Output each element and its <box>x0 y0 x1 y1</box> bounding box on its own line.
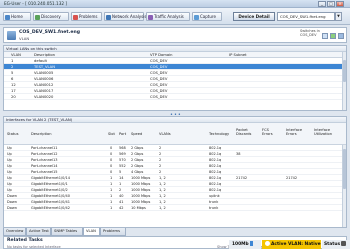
switch-view-icon[interactable] <box>322 33 328 39</box>
home-button[interactable]: Home <box>3 12 31 21</box>
vlan-table-body: 1 default COS_DEV 2 TEST_VLAN COS_DEV 5 VLAN000… <box>4 58 346 100</box>
vlan-panel: Virtual LANs on this switch VLAN Descrip… <box>3 45 347 111</box>
interfaces-scrollbar[interactable] <box>342 145 346 227</box>
speed-indicator: 100Mb <box>229 240 261 249</box>
interface-row[interactable]: Down GigabitEthernet1/0/42 1 42 10 Mbps 1, 2 t… <box>4 205 346 211</box>
vlan-id: 20 <box>11 95 16 99</box>
status-button[interactable]: Status <box>322 240 350 249</box>
iface-speed: 10 Mbps <box>131 206 146 210</box>
device-subtitle: VLAN <box>19 36 30 41</box>
problems-icon <box>73 14 78 20</box>
network-analysis-button[interactable]: Network Analysis <box>104 12 146 21</box>
problems-button[interactable]: Problems <box>71 12 102 21</box>
tab-active-test[interactable]: Active Test <box>26 228 51 236</box>
discovery-button[interactable]: Discovery <box>33 12 69 21</box>
tab-problems[interactable]: Problems <box>100 228 126 236</box>
col-slot[interactable]: Slot <box>108 132 115 136</box>
switch-list-icon[interactable] <box>338 33 344 39</box>
capture-button[interactable]: Capture <box>192 12 222 21</box>
close-button[interactable]: × <box>336 1 344 7</box>
col-fcs-line2[interactable]: Errors <box>262 132 273 136</box>
device-select[interactable]: COS_DEV_SW1.fhet.eng <box>277 12 335 21</box>
col-iface-description[interactable]: Description <box>31 132 51 136</box>
iface-description: GigabitEthernet1/0/42 <box>31 206 70 210</box>
vlan-icon <box>265 241 270 246</box>
col-technology[interactable]: Technology <box>209 132 229 136</box>
switches-label: Switches in COS_DEV <box>300 29 320 37</box>
switch-status-icon[interactable] <box>330 33 336 39</box>
traffic-analysis-button[interactable]: Traffic Analysis <box>146 12 190 21</box>
switch-icon <box>7 31 16 40</box>
col-iface-util-line2[interactable]: Utilization <box>314 132 332 136</box>
col-packet-discards-line2[interactable]: Discards <box>236 132 251 136</box>
iface-technology: trunk <box>209 206 219 210</box>
vlan-row[interactable]: 20 VLAN0020 COS_DEV <box>4 94 346 100</box>
home-icon <box>5 14 10 20</box>
tab-overview[interactable]: Overview <box>3 228 26 236</box>
discovery-icon <box>35 14 40 20</box>
traffic-analysis-icon <box>148 14 153 20</box>
iface-vlans: 1, 2 <box>159 206 166 210</box>
status-icon <box>341 241 347 246</box>
col-iface-errors-line2[interactable]: Errors <box>286 132 297 136</box>
vlan-scroll-thumb[interactable] <box>343 60 346 82</box>
col-port[interactable]: Port <box>119 132 126 136</box>
iface-slot: 1 <box>110 206 113 210</box>
status-bar: 100Mb Active VLAN: Native Status <box>0 240 350 249</box>
col-speed[interactable]: Speed <box>131 132 142 136</box>
vlan-description: VLAN0020 <box>34 95 54 99</box>
interfaces-scroll-thumb[interactable] <box>343 149 346 189</box>
interfaces-table-header: Status Description Slot Port Speed VLANs… <box>4 123 346 145</box>
device-name: COS_DEV_SW1.fnet.eng <box>19 30 81 35</box>
col-status[interactable]: Status <box>7 132 18 136</box>
vlan-scrollbar[interactable] <box>342 52 346 110</box>
interfaces-table-body: Up Port-channel11 0 568 2 Gbps 2 802.1q Up Port-… <box>4 145 346 211</box>
device-detail-button[interactable]: Device Detail <box>233 12 275 21</box>
device-header: COS_DEV_SW1.fnet.eng VLAN Switches in CO… <box>3 27 347 43</box>
col-vlans[interactable]: VLANs <box>159 132 171 136</box>
tab-vlan[interactable]: VLAN <box>83 228 100 236</box>
window-titlebar: EG-User - [ 010.240.051.132 ] _ □ × <box>0 0 350 8</box>
vlan-domain: COS_DEV <box>150 95 168 99</box>
window-title: EG-User - [ 010.240.051.132 ] <box>4 1 68 6</box>
signal-icon <box>249 241 253 246</box>
active-vlan-badge[interactable]: Active VLAN: Native <box>262 240 321 249</box>
minimize-button[interactable]: _ <box>318 1 326 7</box>
iface-status: Down <box>7 206 17 210</box>
iface-port: 42 <box>119 206 124 210</box>
tab-snmp-tables[interactable]: SNMP Tables <box>51 228 83 236</box>
network-analysis-icon <box>106 14 111 20</box>
capture-icon <box>194 14 199 20</box>
main-toolbar: Home Discovery Problems Network Analysis… <box>0 8 350 25</box>
interfaces-panel: Interfaces for VLAN 2 (TEST_VLAN) Status… <box>3 116 347 228</box>
maximize-button[interactable]: □ <box>327 1 335 7</box>
chevron-down-icon[interactable]: ▼ <box>335 12 342 21</box>
